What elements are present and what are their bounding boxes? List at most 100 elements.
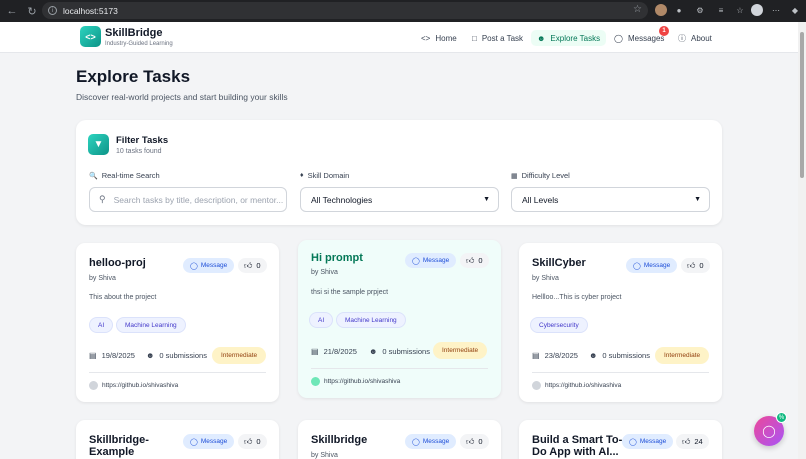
bookmark-star-icon[interactable]: ☆ — [633, 4, 642, 15]
page-subtitle: Discover real-world projects and start b… — [76, 92, 288, 102]
card-description: Hellloo...This is cyber project — [532, 294, 622, 301]
skill-tag: AI — [309, 312, 334, 328]
chat-bubble-icon: ◯ — [762, 424, 776, 438]
address-url: localhost:5173 — [63, 5, 118, 16]
extension-icon[interactable] — [655, 4, 667, 16]
skill-tag: AI — [89, 317, 114, 333]
chat-icon: ◯ — [412, 257, 420, 265]
message-button[interactable]: ◯ Message — [626, 258, 678, 273]
repo-link[interactable]: https://github.io/shivashiva — [311, 377, 400, 386]
nav-label: Messages — [627, 33, 665, 43]
messages-badge: 1 — [659, 26, 669, 36]
like-button[interactable]: 👍︎ 0 — [460, 434, 489, 449]
thumbs-up-icon: 👍︎ — [687, 260, 696, 270]
message-button[interactable]: ◯ Message — [622, 434, 674, 449]
like-button[interactable]: 👍︎ 0 — [238, 258, 267, 273]
message-button[interactable]: ◯ Message — [183, 434, 235, 449]
message-button[interactable]: ◯ Message — [183, 258, 235, 273]
task-card[interactable]: Build a Smart To-Do App with AI... ◯ Mes… — [519, 420, 722, 459]
repo-link[interactable]: https://github.io/shivashiva — [532, 381, 621, 390]
extensions-puzzle-icon[interactable]: ⚙ — [694, 4, 706, 16]
repo-link[interactable]: https://github.io/shivashiva — [89, 381, 178, 390]
thumbs-up-icon: 👍︎ — [682, 436, 691, 446]
chat-icon: ◯ — [412, 438, 420, 446]
difficulty-select[interactable]: All Levels ▼ — [511, 187, 710, 212]
task-card[interactable]: helloo-proj by Shiva ◯ Message 👍︎ 0 This… — [76, 243, 279, 402]
date-text: 21/8/2025 — [323, 347, 357, 356]
button-label: Message — [422, 438, 450, 445]
task-card[interactable]: Skillbridge-Example ◯ Message 👍︎ 0 — [76, 420, 279, 459]
difficulty-value: All Levels — [522, 194, 559, 205]
like-button[interactable]: 👍︎ 0 — [460, 253, 489, 268]
logo-icon[interactable]: <> — [80, 26, 101, 47]
thumbs-up-icon: 👍︎ — [244, 436, 253, 446]
card-author: by Shiva — [311, 452, 338, 459]
card-date: ▤ 21/8/2025 — [311, 347, 357, 356]
like-button[interactable]: 👍︎ 24 — [676, 434, 709, 449]
back-icon[interactable]: ← — [4, 3, 20, 19]
card-title[interactable]: helloo-proj — [89, 257, 184, 269]
date-text: 19/8/2025 — [101, 351, 135, 360]
skill-tag: Machine Learning — [116, 317, 186, 333]
nav-home[interactable]: <> Home — [415, 30, 463, 46]
reading-list-icon[interactable]: ≡ — [715, 4, 727, 16]
address-bar[interactable]: i localhost:5173 ☆ — [42, 2, 648, 19]
task-card[interactable]: Hi prompt by Shiva ◯ Message 👍︎ 0 thsi s… — [298, 240, 501, 398]
nav-label: Home — [435, 33, 457, 43]
like-button[interactable]: 👍︎ 0 — [681, 258, 710, 273]
card-author: by Shiva — [89, 275, 116, 282]
task-card[interactable]: SkillCyber by Shiva ◯ Message 👍︎ 0 Helll… — [519, 243, 722, 402]
card-author: by Shiva — [532, 275, 559, 282]
copilot-icon[interactable]: ◆ — [789, 4, 801, 16]
filter-icon: ▼ — [88, 134, 109, 155]
label-text: Skill Domain — [307, 171, 350, 180]
task-card[interactable]: Skillbridge by Shiva ◯ Message 👍︎ 0 — [298, 420, 501, 459]
favorites-icon[interactable]: ☆ — [734, 4, 746, 16]
menu-dots-icon[interactable]: ⋯ — [770, 4, 782, 16]
card-title[interactable]: SkillCyber — [532, 257, 627, 269]
message-button[interactable]: ◯ Message — [405, 434, 457, 449]
chat-icon: ◯ — [190, 262, 198, 270]
users-icon: ☻ — [537, 33, 546, 43]
extension-icon[interactable]: ● — [673, 4, 685, 16]
info-icon[interactable]: i — [48, 6, 57, 15]
like-count: 0 — [256, 261, 261, 270]
button-label: Message — [639, 438, 667, 445]
search-input[interactable]: ⚲ Search tasks by title, description, or… — [89, 187, 287, 212]
card-title[interactable]: Skillbridge — [311, 434, 406, 446]
app-header: <> SkillBridge Industry-Guided Learning … — [0, 22, 798, 53]
nav-label: Explore Tasks — [550, 33, 601, 43]
card-title[interactable]: Build a Smart To-Do App with AI... — [532, 434, 627, 458]
card-date: ▤ 19/8/2025 — [89, 351, 135, 360]
reload-icon[interactable]: ↻ — [24, 3, 40, 19]
difficulty-badge: Intermediate — [655, 347, 710, 364]
chevron-down-icon: ▼ — [483, 196, 490, 203]
brand-name[interactable]: SkillBridge — [105, 27, 162, 39]
card-divider — [532, 372, 709, 373]
link-icon — [532, 381, 541, 390]
magnifier-icon: 🔍 — [89, 172, 98, 180]
chat-icon: ◯ — [614, 33, 623, 43]
domain-select[interactable]: All Technologies ▼ — [300, 187, 499, 212]
brand-tagline: Industry-Guided Learning — [105, 41, 173, 47]
users-icon: ☻ — [589, 351, 598, 360]
difficulty-label: ▦ Difficulty Level — [511, 171, 570, 180]
skill-tag: Cybersecurity — [530, 317, 588, 333]
like-count: 0 — [699, 261, 704, 270]
search-icon: ⚲ — [99, 194, 106, 204]
info-icon: ⓘ — [678, 33, 686, 43]
like-button[interactable]: 👍︎ 0 — [238, 434, 267, 449]
date-text: 23/8/2025 — [544, 351, 578, 360]
card-submissions: ☻ 0 submissions — [589, 351, 650, 360]
card-title[interactable]: Skillbridge-Example — [89, 434, 184, 458]
card-title[interactable]: Hi prompt — [311, 252, 406, 264]
scrollbar-thumb[interactable] — [800, 32, 804, 178]
page-scrollbar[interactable] — [798, 22, 806, 459]
nav-post-task[interactable]: □ Post a Task — [466, 30, 529, 46]
thumbs-up-icon: 👍︎ — [466, 255, 475, 265]
nav-explore-tasks[interactable]: ☻ Explore Tasks — [531, 30, 607, 46]
profile-avatar[interactable] — [751, 4, 763, 16]
nav-about[interactable]: ⓘ About — [672, 30, 718, 46]
card-submissions: ☻ 0 submissions — [369, 347, 430, 356]
message-button[interactable]: ◯ Message — [405, 253, 457, 268]
